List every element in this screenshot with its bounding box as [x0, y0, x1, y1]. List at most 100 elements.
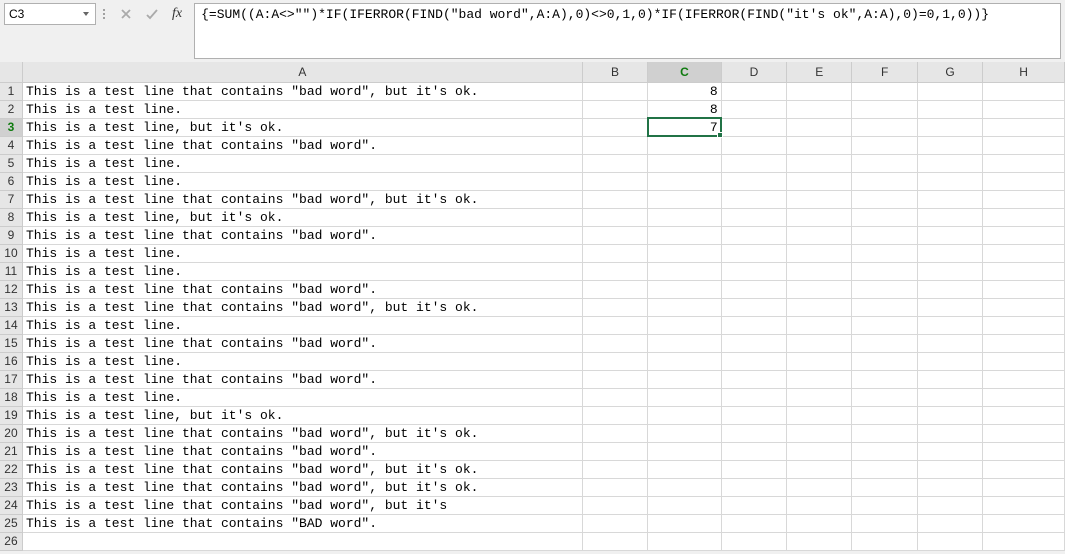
- fill-handle[interactable]: [717, 132, 723, 138]
- row-header[interactable]: 17: [0, 370, 22, 388]
- cell-G21[interactable]: [917, 442, 982, 460]
- cell-F1[interactable]: [852, 82, 917, 100]
- cell-G12[interactable]: [917, 280, 982, 298]
- cell-F16[interactable]: [852, 352, 917, 370]
- cell-G23[interactable]: [917, 478, 982, 496]
- cell-F20[interactable]: [852, 424, 917, 442]
- cell-F3[interactable]: [852, 118, 917, 136]
- cell-F17[interactable]: [852, 370, 917, 388]
- cell-A9[interactable]: This is a test line that contains "bad w…: [22, 226, 582, 244]
- cell-D3[interactable]: [721, 118, 786, 136]
- cell-D26[interactable]: [721, 532, 786, 550]
- cell-D16[interactable]: [721, 352, 786, 370]
- row-header[interactable]: 15: [0, 334, 22, 352]
- cell-E23[interactable]: [787, 478, 852, 496]
- cell-H11[interactable]: [983, 262, 1065, 280]
- cell-E21[interactable]: [787, 442, 852, 460]
- col-header-a[interactable]: A: [22, 62, 582, 82]
- cell-D15[interactable]: [721, 334, 786, 352]
- cell-G3[interactable]: [917, 118, 982, 136]
- cell-F21[interactable]: [852, 442, 917, 460]
- cell-C18[interactable]: [648, 388, 722, 406]
- cell-C2[interactable]: 8: [648, 100, 722, 118]
- cell-B20[interactable]: [582, 424, 647, 442]
- row-header[interactable]: 4: [0, 136, 22, 154]
- cell-E16[interactable]: [787, 352, 852, 370]
- cell-F2[interactable]: [852, 100, 917, 118]
- cell-G11[interactable]: [917, 262, 982, 280]
- col-header-b[interactable]: B: [582, 62, 647, 82]
- row-header[interactable]: 3: [0, 118, 22, 136]
- cell-G22[interactable]: [917, 460, 982, 478]
- cell-B3[interactable]: [582, 118, 647, 136]
- cell-A11[interactable]: This is a test line.: [22, 262, 582, 280]
- cell-D10[interactable]: [721, 244, 786, 262]
- cell-B7[interactable]: [582, 190, 647, 208]
- cell-H7[interactable]: [983, 190, 1065, 208]
- formula-input[interactable]: {=SUM((A:A<>"")*IF(IFERROR(FIND("bad wor…: [194, 3, 1061, 59]
- cell-G7[interactable]: [917, 190, 982, 208]
- cell-A6[interactable]: This is a test line.: [22, 172, 582, 190]
- cell-A1[interactable]: This is a test line that contains "bad w…: [22, 82, 582, 100]
- cell-C16[interactable]: [648, 352, 722, 370]
- row-header[interactable]: 10: [0, 244, 22, 262]
- cell-D8[interactable]: [721, 208, 786, 226]
- col-header-e[interactable]: E: [787, 62, 852, 82]
- cell-D13[interactable]: [721, 298, 786, 316]
- cell-C6[interactable]: [648, 172, 722, 190]
- cell-A10[interactable]: This is a test line.: [22, 244, 582, 262]
- cell-H2[interactable]: [983, 100, 1065, 118]
- cell-D7[interactable]: [721, 190, 786, 208]
- cell-F19[interactable]: [852, 406, 917, 424]
- cell-C13[interactable]: [648, 298, 722, 316]
- cell-G25[interactable]: [917, 514, 982, 532]
- cell-D25[interactable]: [721, 514, 786, 532]
- cell-B22[interactable]: [582, 460, 647, 478]
- cell-A16[interactable]: This is a test line.: [22, 352, 582, 370]
- cell-A17[interactable]: This is a test line that contains "bad w…: [22, 370, 582, 388]
- cell-G10[interactable]: [917, 244, 982, 262]
- row-header[interactable]: 18: [0, 388, 22, 406]
- row-header[interactable]: 25: [0, 514, 22, 532]
- cell-A5[interactable]: This is a test line.: [22, 154, 582, 172]
- cell-A8[interactable]: This is a test line, but it's ok.: [22, 208, 582, 226]
- cell-F12[interactable]: [852, 280, 917, 298]
- cell-H8[interactable]: [983, 208, 1065, 226]
- cell-E20[interactable]: [787, 424, 852, 442]
- cell-B12[interactable]: [582, 280, 647, 298]
- cell-G1[interactable]: [917, 82, 982, 100]
- cell-C26[interactable]: [648, 532, 722, 550]
- cell-E1[interactable]: [787, 82, 852, 100]
- cell-H15[interactable]: [983, 334, 1065, 352]
- cell-A7[interactable]: This is a test line that contains "bad w…: [22, 190, 582, 208]
- cell-E9[interactable]: [787, 226, 852, 244]
- cell-C7[interactable]: [648, 190, 722, 208]
- cell-F15[interactable]: [852, 334, 917, 352]
- row-header[interactable]: 23: [0, 478, 22, 496]
- enter-icon[interactable]: [142, 4, 162, 24]
- row-header[interactable]: 24: [0, 496, 22, 514]
- cell-D19[interactable]: [721, 406, 786, 424]
- cell-C19[interactable]: [648, 406, 722, 424]
- cell-D4[interactable]: [721, 136, 786, 154]
- cell-F26[interactable]: [852, 532, 917, 550]
- cell-B18[interactable]: [582, 388, 647, 406]
- row-header[interactable]: 19: [0, 406, 22, 424]
- cell-C3[interactable]: 7: [648, 118, 722, 136]
- cell-D22[interactable]: [721, 460, 786, 478]
- cell-C20[interactable]: [648, 424, 722, 442]
- col-header-c[interactable]: C: [648, 62, 722, 82]
- cell-E17[interactable]: [787, 370, 852, 388]
- cell-G18[interactable]: [917, 388, 982, 406]
- cell-D24[interactable]: [721, 496, 786, 514]
- cell-B11[interactable]: [582, 262, 647, 280]
- cell-C21[interactable]: [648, 442, 722, 460]
- cell-G15[interactable]: [917, 334, 982, 352]
- cell-H12[interactable]: [983, 280, 1065, 298]
- cell-A18[interactable]: This is a test line.: [22, 388, 582, 406]
- cell-E8[interactable]: [787, 208, 852, 226]
- cell-B1[interactable]: [582, 82, 647, 100]
- cell-A24[interactable]: This is a test line that contains "bad w…: [22, 496, 582, 514]
- cell-B19[interactable]: [582, 406, 647, 424]
- cell-A25[interactable]: This is a test line that contains "BAD w…: [22, 514, 582, 532]
